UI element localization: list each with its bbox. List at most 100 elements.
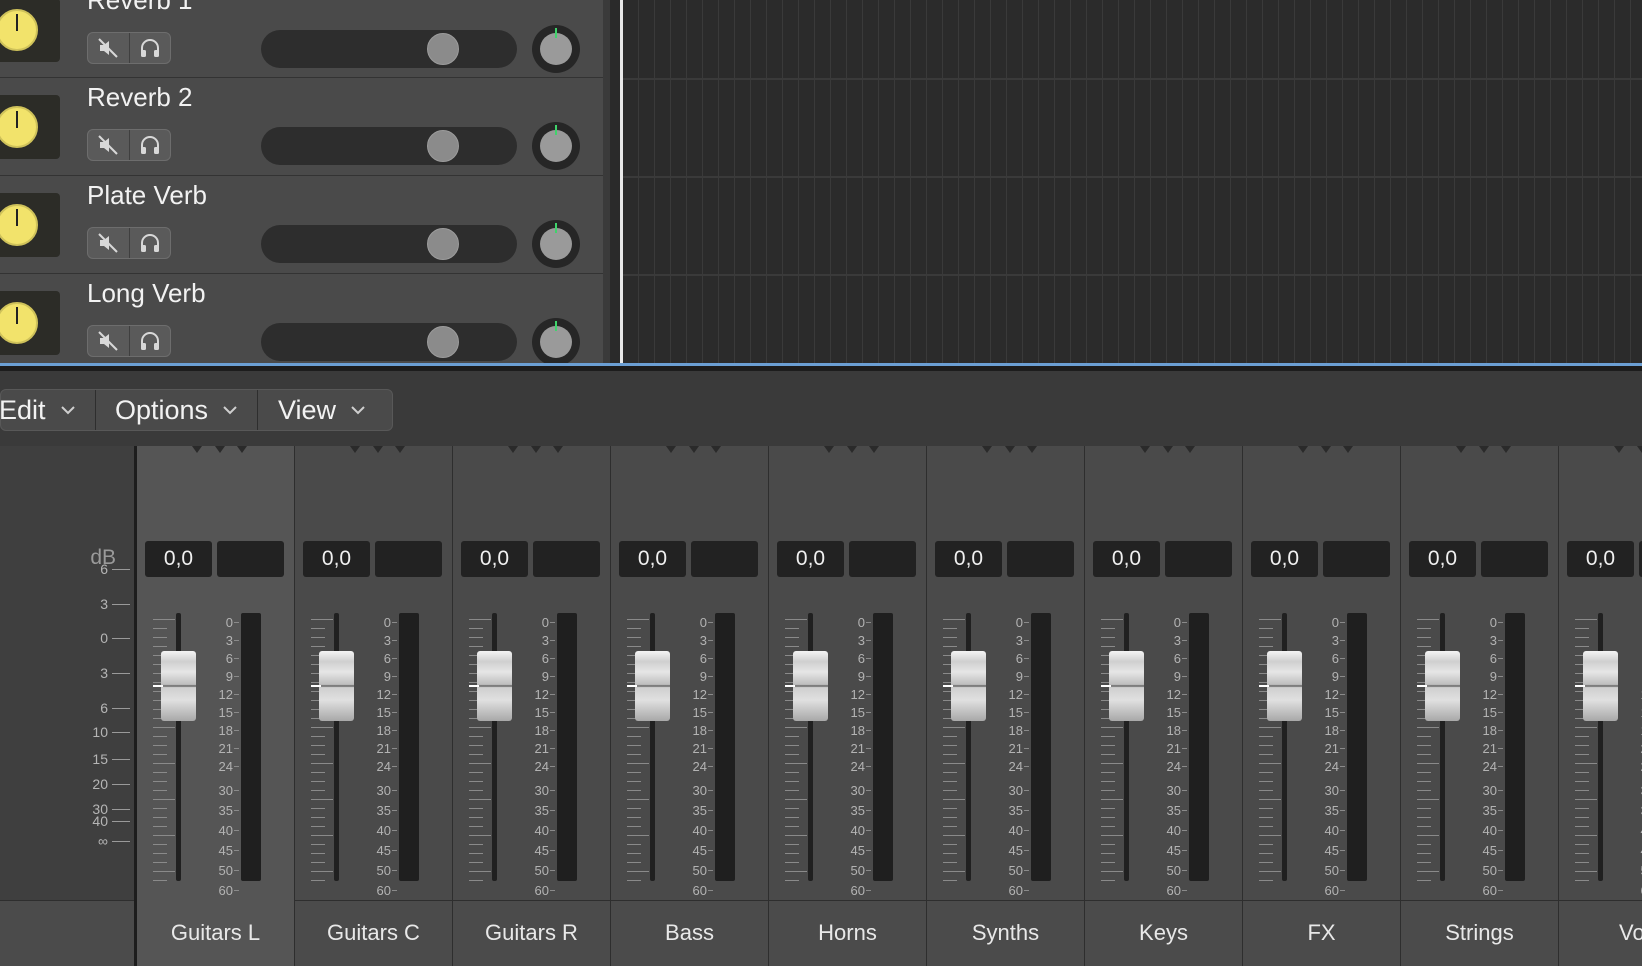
track-volume-slider[interactable] (261, 127, 517, 165)
volume-value-field[interactable]: 0,0 (461, 541, 528, 577)
track-name[interactable]: Plate Verb (87, 180, 207, 211)
slider-thumb[interactable] (427, 326, 459, 358)
channel-strip[interactable]: 0,003691215182124303540455060MS (136, 446, 294, 966)
peak-level-field[interactable] (1323, 541, 1390, 577)
track-mute-button[interactable] (88, 130, 129, 160)
peak-level-field[interactable] (217, 541, 284, 577)
channel-strip[interactable]: 0,003691215182124303540455060MS (768, 446, 926, 966)
meter-tick (392, 870, 397, 871)
peak-level-field[interactable] (533, 541, 600, 577)
channel-strip[interactable]: 0,003691215182124303540455060MS (1242, 446, 1400, 966)
meter-tick (866, 890, 871, 891)
channel-strip[interactable]: 0,003691215182124303540455060MS (1400, 446, 1558, 966)
edit-menu[interactable]: Edit (0, 390, 95, 430)
track-icon[interactable] (0, 291, 60, 355)
track-name[interactable]: Long Verb (87, 278, 206, 309)
track-row[interactable]: Reverb 1 (0, 0, 603, 78)
channel-name[interactable]: Bass (610, 900, 768, 966)
volume-fader[interactable] (1267, 651, 1302, 721)
fader-tick (1101, 727, 1123, 728)
peak-level-field[interactable] (375, 541, 442, 577)
track-row[interactable]: Reverb 2 (0, 78, 603, 176)
track-pan-knob[interactable] (532, 220, 580, 268)
slider-thumb[interactable] (427, 130, 459, 162)
volume-value-field[interactable]: 0,0 (1567, 541, 1634, 577)
track-solo-button[interactable] (128, 130, 171, 160)
volume-fader[interactable] (635, 651, 670, 721)
volume-fader[interactable] (477, 651, 512, 721)
track-pan-knob[interactable] (532, 122, 580, 170)
channel-name[interactable]: Synths (926, 900, 1084, 966)
channel-strip[interactable]: 0,003691215182124303540455060MS (1558, 446, 1642, 966)
track-icon[interactable] (0, 193, 60, 257)
channel-name[interactable]: Keys (1084, 900, 1242, 966)
volume-value-field[interactable]: 0,0 (1093, 541, 1160, 577)
options-menu[interactable]: Options (95, 390, 257, 430)
header-divider[interactable] (603, 0, 610, 363)
meter-tick (866, 640, 871, 641)
track-volume-slider[interactable] (261, 323, 517, 361)
channel-strip[interactable]: 0,003691215182124303540455060MS (610, 446, 768, 966)
track-solo-button[interactable] (128, 228, 171, 258)
channel-name[interactable]: Horns (768, 900, 926, 966)
peak-level-field[interactable] (1165, 541, 1232, 577)
channel-strip[interactable]: 0,003691215182124303540455060MS (294, 446, 452, 966)
volume-fader[interactable] (1109, 651, 1144, 721)
channel-strip[interactable]: 0,003691215182124303540455060MS (452, 446, 610, 966)
track-pan-knob[interactable] (532, 25, 580, 73)
volume-value-field[interactable]: 0,0 (303, 541, 370, 577)
meter-scale-label: 21 (376, 741, 391, 756)
channel-name[interactable]: Guitars R (452, 900, 610, 966)
track-mute-button[interactable] (88, 33, 129, 63)
playhead[interactable] (620, 0, 623, 363)
peak-level-field[interactable] (691, 541, 758, 577)
track-volume-slider[interactable] (261, 225, 517, 263)
track-mute-button[interactable] (88, 326, 129, 356)
volume-fader[interactable] (319, 651, 354, 721)
volume-fader[interactable] (793, 651, 828, 721)
volume-value-field[interactable]: 0,0 (935, 541, 1002, 577)
fader-tick (627, 880, 641, 881)
channel-strip[interactable]: 0,003691215182124303540455060MS (1084, 446, 1242, 966)
tracks-grid[interactable] (623, 0, 1642, 363)
channel-name[interactable]: Guitars L (136, 900, 294, 966)
volume-fader[interactable] (951, 651, 986, 721)
track-icon[interactable] (0, 0, 60, 62)
channel-name[interactable]: Vo (1558, 900, 1642, 966)
track-mute-button[interactable] (88, 228, 129, 258)
track-volume-slider[interactable] (261, 30, 517, 68)
peak-level-field[interactable] (849, 541, 916, 577)
channel-name[interactable]: Guitars C (294, 900, 452, 966)
channel-strip[interactable]: 0,003691215182124303540455060MS (926, 446, 1084, 966)
volume-fader[interactable] (1583, 651, 1618, 721)
fader-tick (785, 799, 807, 800)
track-pan-knob[interactable] (532, 318, 580, 366)
meter-scale-label: 6 (857, 651, 865, 666)
channel-name[interactable]: FX (1242, 900, 1400, 966)
volume-value-field[interactable]: 0,0 (1409, 541, 1476, 577)
track-icon[interactable] (0, 95, 60, 159)
fader-tick (627, 736, 641, 737)
track-name[interactable]: Reverb 1 (87, 0, 193, 16)
fader-tick (943, 619, 965, 620)
track-row[interactable]: Plate Verb (0, 176, 603, 274)
volume-fader[interactable] (161, 651, 196, 721)
track-row[interactable]: Long Verb (0, 274, 603, 372)
send-indicator (711, 446, 721, 453)
channel-name[interactable]: Strings (1400, 900, 1558, 966)
volume-value-field[interactable]: 0,0 (145, 541, 212, 577)
volume-value-field[interactable]: 0,0 (619, 541, 686, 577)
track-name[interactable]: Reverb 2 (87, 82, 193, 113)
fader-tick (1259, 736, 1273, 737)
slider-thumb[interactable] (427, 228, 459, 260)
track-solo-button[interactable] (128, 33, 171, 63)
view-menu[interactable]: View (257, 390, 392, 430)
peak-level-field[interactable] (1007, 541, 1074, 577)
slider-thumb[interactable] (427, 33, 459, 65)
fader-tick (311, 817, 325, 818)
volume-value-field[interactable]: 0,0 (1251, 541, 1318, 577)
track-solo-button[interactable] (128, 326, 171, 356)
peak-level-field[interactable] (1481, 541, 1548, 577)
volume-fader[interactable] (1425, 651, 1460, 721)
volume-value-field[interactable]: 0,0 (777, 541, 844, 577)
